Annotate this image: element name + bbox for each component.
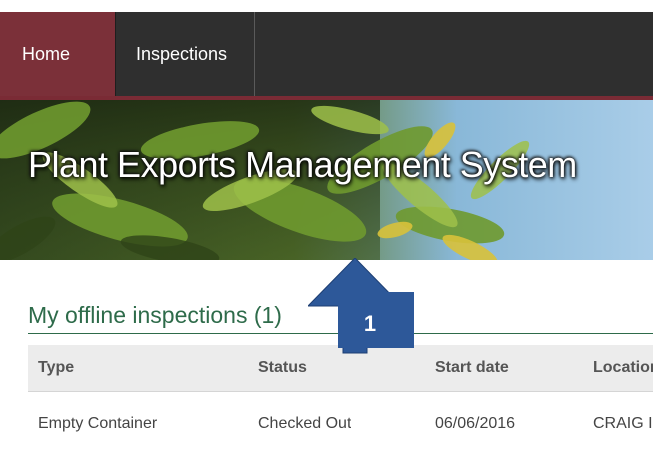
nav-tab-inspections-label: Inspections	[136, 43, 228, 64]
nav-tab-home[interactable]: Home	[0, 12, 116, 96]
column-header-status[interactable]: Status	[258, 359, 307, 377]
nav-tab-home-label: Home	[22, 43, 71, 64]
cell-type: Empty Container	[38, 415, 158, 432]
cell-status: Checked Out	[258, 415, 352, 432]
offline-inspections-heading: My offline inspections (1)	[28, 302, 282, 328]
cell-start-date: 06/06/2016	[435, 415, 516, 432]
callout-arrow-icon: 1	[308, 258, 414, 354]
column-header-start-date[interactable]: Start date	[435, 359, 509, 377]
banner-title: Plant Exports Management System	[28, 144, 577, 185]
main-navbar: Home Inspections	[0, 12, 653, 100]
header-banner: Plant Exports Management System	[0, 100, 653, 260]
column-header-location[interactable]: Location	[593, 359, 653, 377]
column-header-type[interactable]: Type	[38, 359, 74, 377]
cell-location: CRAIG I	[593, 415, 653, 432]
nav-tab-inspections[interactable]: Inspections	[116, 12, 255, 96]
top-strip	[0, 0, 653, 12]
callout-number: 1	[364, 311, 376, 336]
